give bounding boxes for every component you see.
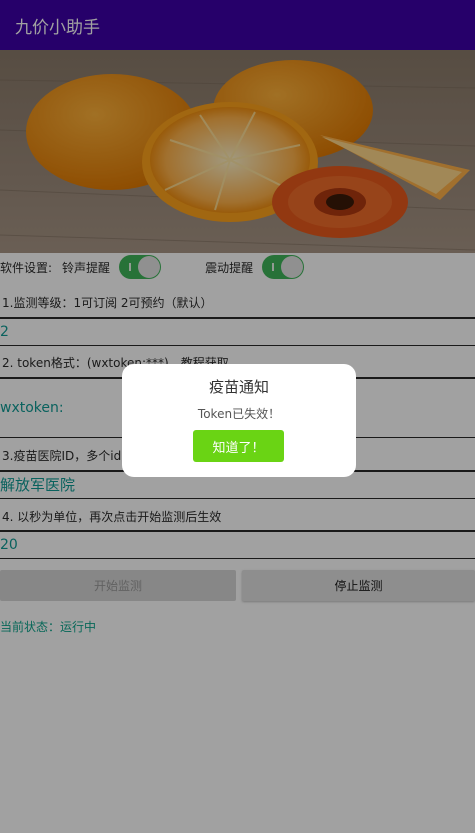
- alert-dialog: 疫苗通知 Token已失效！ 知道了！: [122, 364, 356, 477]
- dialog-title: 疫苗通知: [208, 378, 269, 396]
- dialog-confirm-button[interactable]: 知道了！: [193, 430, 284, 462]
- dialog-message: Token已失效！: [197, 407, 281, 421]
